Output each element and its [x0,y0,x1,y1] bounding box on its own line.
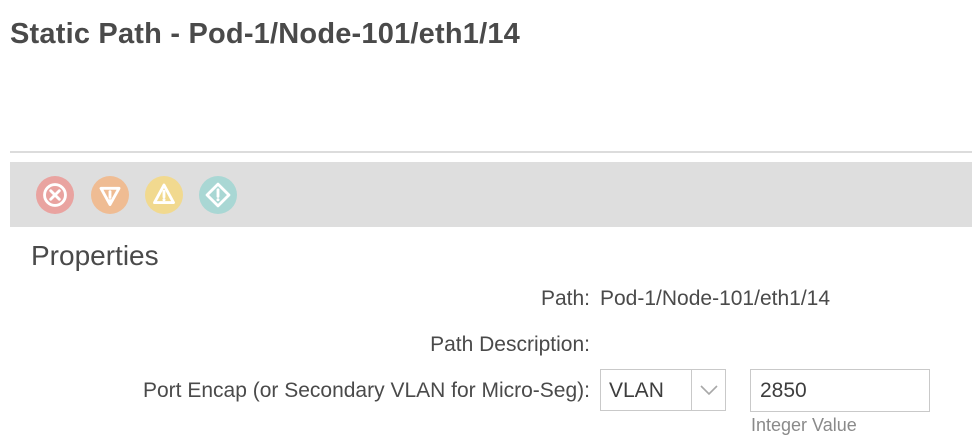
chevron-down-icon[interactable] [698,382,720,398]
path-value: Pod-1/Node-101/eth1/14 [600,287,831,310]
encap-type-value: VLAN [609,379,664,402]
fault-summary-bar [10,162,972,227]
major-fault-icon[interactable] [91,176,129,214]
properties-section-title: Properties [31,240,159,271]
minor-fault-icon[interactable] [145,176,183,214]
warning-fault-icon[interactable] [199,176,237,214]
path-label: Path: [540,287,590,310]
port-encap-label: Port Encap (or Secondary VLAN for Micro-… [142,379,590,402]
header-divider [10,151,972,153]
critical-fault-icon[interactable] [36,176,74,214]
encap-value-input[interactable] [750,369,930,412]
encap-value-hint: Integer Value [751,415,857,435]
page-title: Static Path - Pod-1/Node-101/eth1/14 [10,18,520,50]
encap-type-select[interactable]: VLAN [600,369,726,411]
path-description-label: Path Description: [430,333,590,356]
select-divider [691,370,692,410]
